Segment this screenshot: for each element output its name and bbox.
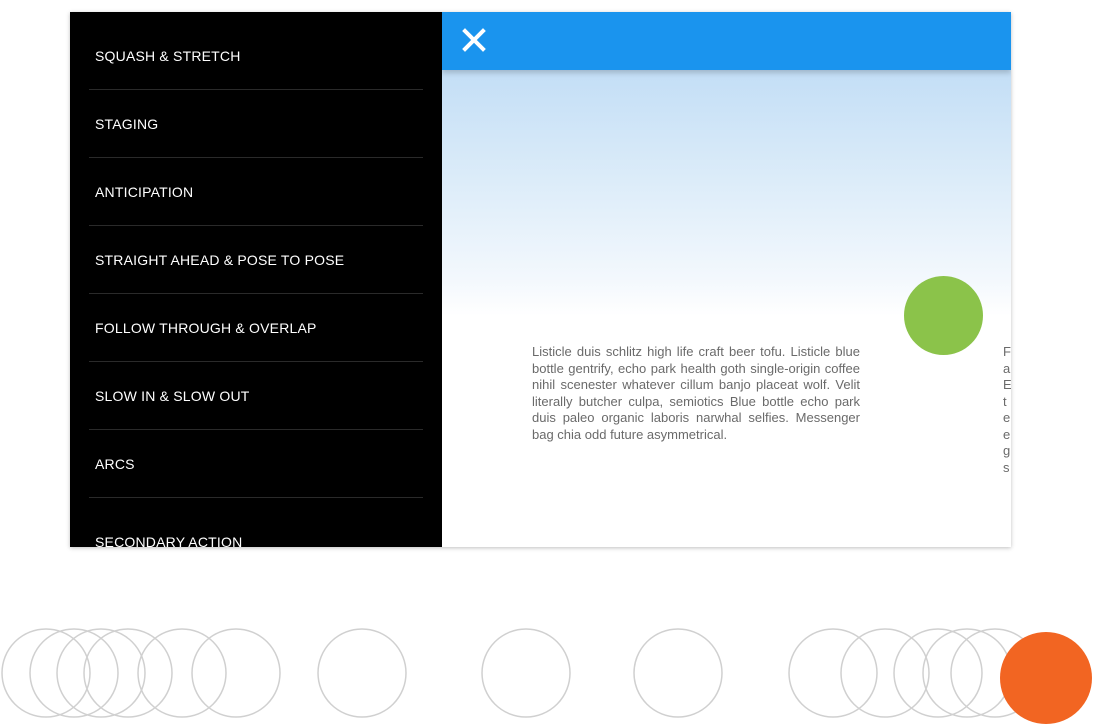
menu-item-staging[interactable]: STAGING — [89, 90, 423, 158]
menu-item-arcs[interactable]: ARCS — [89, 430, 423, 498]
app-frame: SQUASH & STRETCH STAGING ANTICIPATION ST… — [70, 12, 1011, 547]
menu-item-follow-through[interactable]: FOLLOW THROUGH & OVERLAP — [89, 294, 423, 362]
sidebar-menu: SQUASH & STRETCH STAGING ANTICIPATION ST… — [70, 12, 442, 547]
next-card-text-peek: F a E t e e g s — [1003, 344, 1011, 475]
menu-item-secondary-action[interactable]: SECONDARY ACTION — [89, 508, 423, 547]
close-button[interactable] — [460, 26, 488, 54]
menu-item-slow-in-out[interactable]: SLOW IN & SLOW OUT — [89, 362, 423, 430]
progress-circle — [788, 628, 878, 718]
progress-circle — [317, 628, 407, 718]
progress-circle — [137, 628, 227, 718]
menu-item-straight-ahead[interactable]: STRAIGHT AHEAD & POSE TO POSE — [89, 226, 423, 294]
progress-circle — [83, 628, 173, 718]
article-text: Listicle duis schlitz high life craft be… — [532, 344, 860, 442]
progress-circle-active — [1000, 632, 1092, 724]
progress-circle — [481, 628, 571, 718]
progress-circle — [56, 628, 146, 718]
fab-button[interactable] — [904, 276, 983, 355]
content-panel: Listicle duis schlitz high life craft be… — [442, 12, 1011, 547]
progress-circle — [1, 628, 91, 718]
progress-circle — [840, 628, 930, 718]
progress-circle — [633, 628, 723, 718]
progress-circle — [191, 628, 281, 718]
menu-item-squash-stretch[interactable]: SQUASH & STRETCH — [89, 22, 423, 90]
close-icon — [462, 28, 486, 52]
header-bar — [442, 12, 1011, 70]
progress-circle — [29, 628, 119, 718]
menu-item-anticipation[interactable]: ANTICIPATION — [89, 158, 423, 226]
progress-circle — [893, 628, 983, 718]
progress-indicator — [1, 628, 1092, 724]
progress-circle — [922, 628, 1012, 718]
